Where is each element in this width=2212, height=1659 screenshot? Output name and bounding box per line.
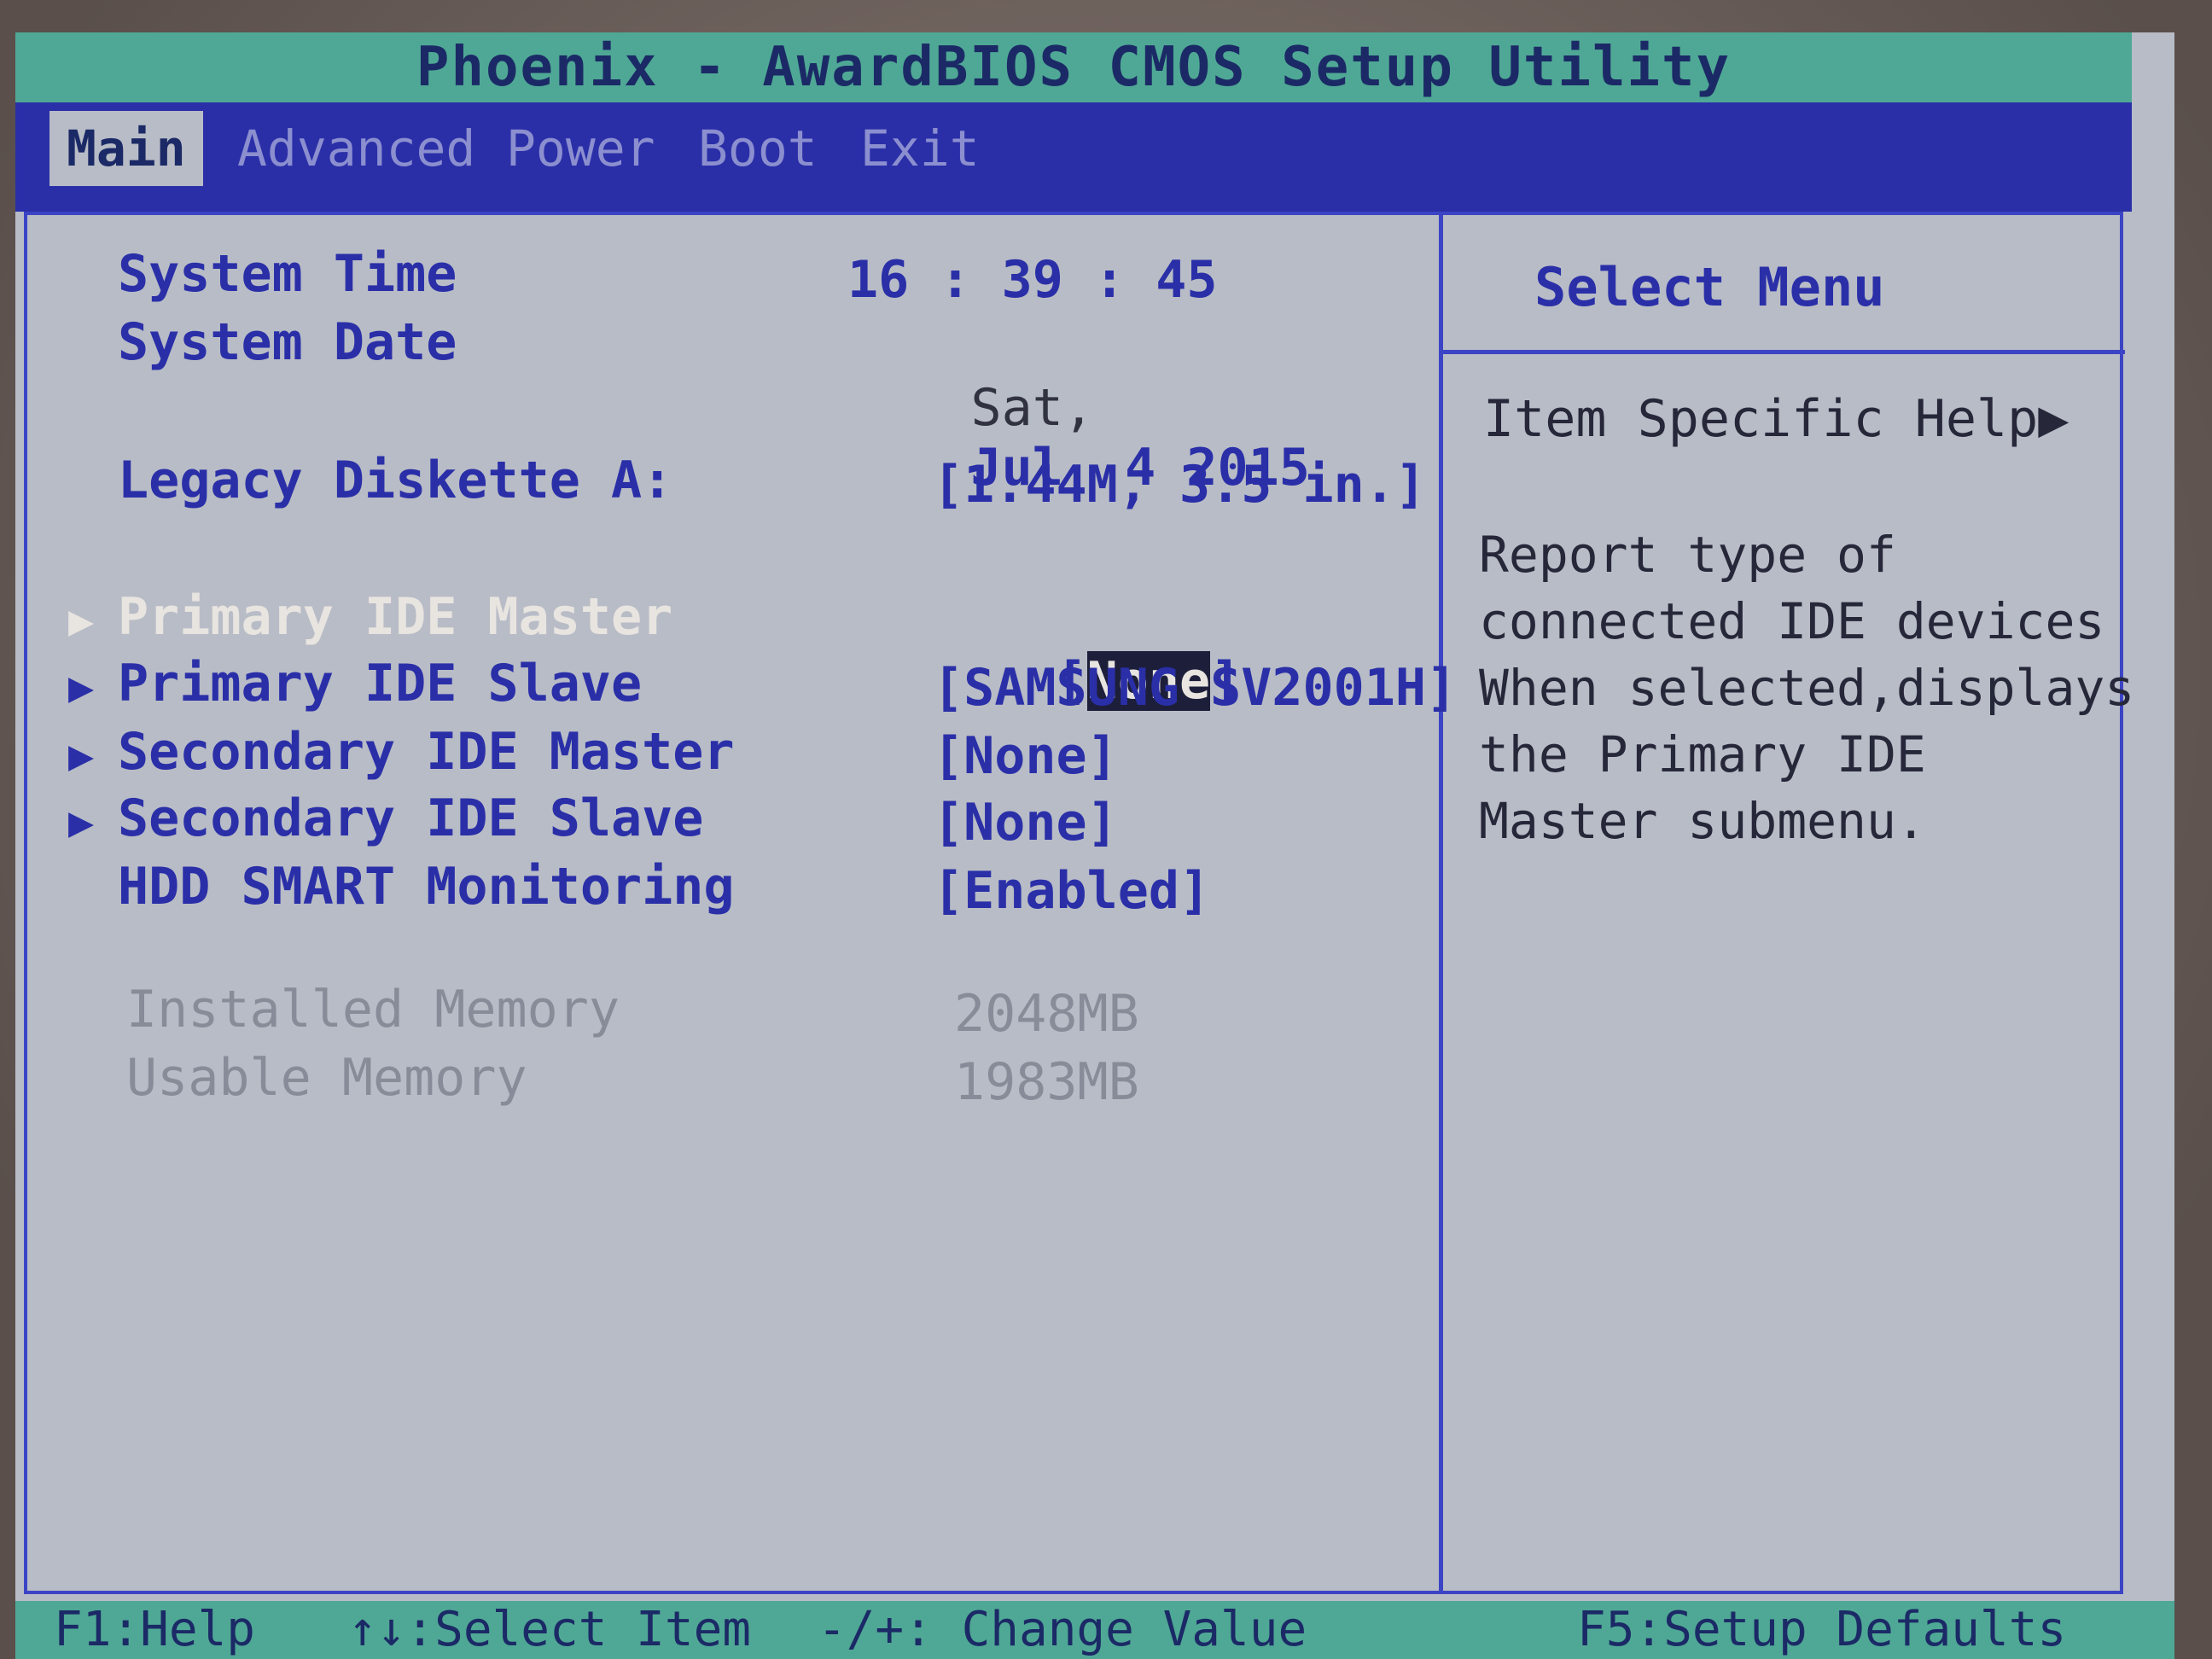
submenu-arrow-icon: ▶ <box>68 596 95 645</box>
panel-divider <box>1439 212 1443 1594</box>
hdd-smart-label: HDD SMART Monitoring <box>118 857 735 917</box>
help-line: connected IDE devices <box>1479 592 2105 650</box>
footer-bar: F1:Help ↑↓:Select Item -/+: Change Value… <box>15 1601 2174 1659</box>
installed-memory-label: Installed Memory <box>126 980 620 1039</box>
title-bar: Phoenix - AwardBIOS CMOS Setup Utility <box>15 32 2132 102</box>
usable-memory-value: 1983MB <box>954 1052 1139 1112</box>
primary-ide-master-label[interactable]: Primary IDE Master <box>118 587 672 647</box>
help-subtitle: Item Specific Help▶ <box>1483 389 2069 449</box>
menu-bar: Main Advanced Power Boot Exit <box>15 102 2132 212</box>
installed-memory-value: 2048MB <box>954 984 1139 1044</box>
menu-boot[interactable]: Boot <box>681 111 835 186</box>
primary-ide-slave-label[interactable]: Primary IDE Slave <box>118 654 642 713</box>
footer-select-item: ↑↓:Select Item <box>348 1602 752 1657</box>
primary-ide-slave-value[interactable]: [SAMSUNG SV2001H] <box>933 658 1457 718</box>
system-time-label: System Time <box>118 244 457 304</box>
help-line: When selected,displays <box>1479 659 2135 717</box>
submenu-arrow-icon: ▶ <box>68 662 95 712</box>
system-date-value[interactable]: Sat, Jul 4 2015 <box>847 318 1310 557</box>
legacy-diskette-value[interactable]: [1.44M, 3.5 in.] <box>933 455 1426 515</box>
secondary-ide-slave-label[interactable]: Secondary IDE Slave <box>118 789 703 848</box>
footer-change-value: -/+: Change Value <box>818 1602 1307 1657</box>
secondary-ide-master-label[interactable]: Secondary IDE Master <box>118 722 734 782</box>
help-header-divider <box>1442 350 2125 354</box>
help-subtitle-text: Item Specific Help <box>1483 389 2039 449</box>
submenu-arrow-icon: ▶ <box>68 797 95 847</box>
menu-main[interactable]: Main <box>49 111 203 186</box>
footer-setup-defaults: F5:Setup Defaults <box>1577 1602 2067 1657</box>
secondary-ide-master-value[interactable]: [None] <box>933 726 1118 786</box>
hdd-smart-value[interactable]: [Enabled] <box>933 861 1210 921</box>
system-time-value[interactable]: 16 : 39 : 45 <box>847 250 1217 310</box>
secondary-ide-slave-value[interactable]: [None] <box>933 793 1118 853</box>
submenu-arrow-icon: ▶ <box>68 731 95 780</box>
menu-exit[interactable]: Exit <box>843 111 997 186</box>
menu-power[interactable]: Power <box>489 111 672 186</box>
footer-help: F1:Help <box>54 1602 256 1657</box>
help-line: Report type of <box>1479 526 1896 584</box>
help-title: Select Menu <box>1534 256 1885 318</box>
app-title: Phoenix - AwardBIOS CMOS Setup Utility <box>416 36 1732 99</box>
help-arrow-icon: ▶ <box>2038 389 2069 449</box>
bios-screen: Phoenix - AwardBIOS CMOS Setup Utility M… <box>15 32 2174 1659</box>
legacy-diskette-label: Legacy Diskette A: <box>118 451 673 510</box>
system-date-label: System Date <box>118 312 457 372</box>
help-line: the Primary IDE <box>1479 725 1926 783</box>
usable-memory-label: Usable Memory <box>126 1048 527 1108</box>
system-date-day: Sat, <box>970 378 1095 438</box>
menu-advanced[interactable]: Advanced <box>220 111 492 186</box>
help-line: Master submenu. <box>1479 792 1926 850</box>
